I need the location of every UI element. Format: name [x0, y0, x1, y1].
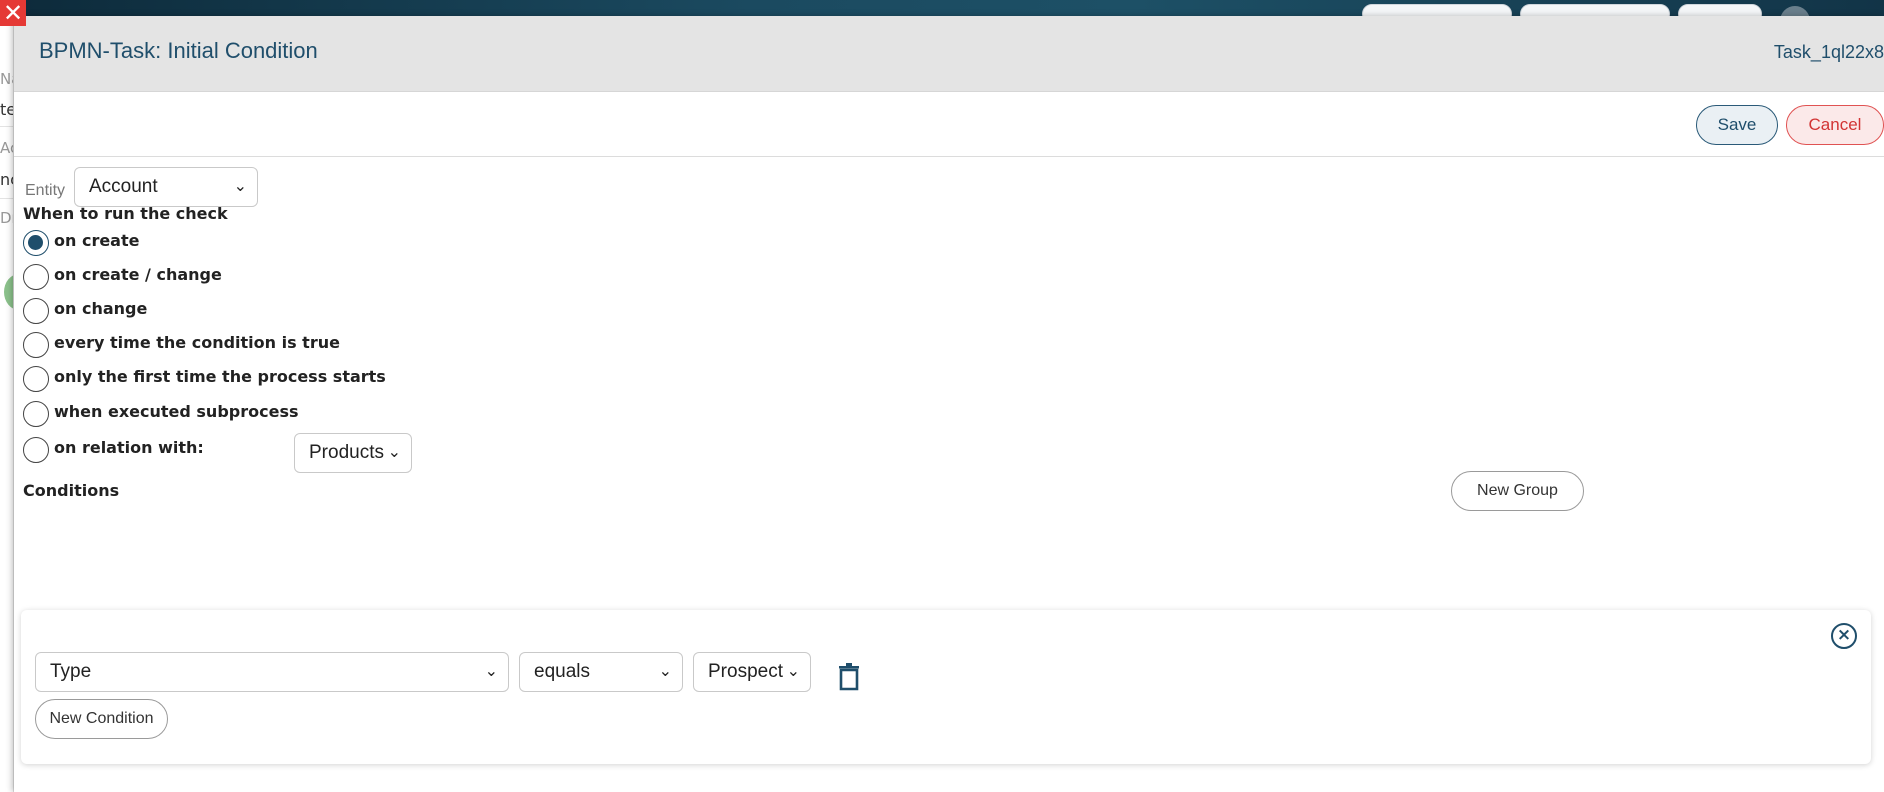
background-text: te — [0, 100, 13, 119]
new-condition-button[interactable]: New Condition — [35, 699, 168, 739]
field-select-value: Type — [50, 661, 92, 682]
entity-select[interactable]: Account ⌄ — [74, 167, 258, 207]
background-status-circle — [4, 274, 13, 310]
condition-value-select[interactable]: Prospect ⌄ — [693, 652, 811, 692]
background-text: Na — [0, 70, 13, 88]
condition-group: × Type ⌄ equals ⌄ Prospect ⌄ New Conditi… — [21, 610, 1871, 764]
background-text: Ac — [0, 139, 13, 157]
radio-label: on relation with: — [54, 438, 204, 457]
close-icon[interactable]: ✕ — [0, 0, 26, 26]
background-sidebar: Na te Ac nc Dr — [0, 16, 14, 792]
entity-label: Entity — [25, 182, 66, 199]
radio-label: only the first time the process starts — [54, 367, 386, 386]
task-id: Task_1ql22x8 — [1773, 42, 1884, 62]
operator-select-value: equals — [534, 661, 590, 682]
radio-label: on change — [54, 299, 148, 318]
radio-label: every time the condition is true — [54, 333, 340, 352]
cancel-button[interactable]: Cancel — [1786, 105, 1884, 145]
relation-select[interactable]: Products ⌄ — [294, 433, 412, 473]
relation-select-value: Products — [309, 442, 384, 463]
chevron-down-icon: ⌄ — [233, 178, 247, 195]
chevron-down-icon: ⌄ — [786, 663, 800, 680]
radio-label: on create — [54, 231, 140, 250]
run-check-heading: When to run the check — [23, 204, 228, 223]
chevron-down-icon: ⌄ — [484, 663, 498, 680]
background-divider — [0, 126, 13, 127]
chevron-down-icon: ⌄ — [658, 663, 672, 680]
background-divider — [0, 198, 13, 199]
radio-button[interactable] — [23, 264, 49, 290]
background-text: nc — [0, 170, 13, 189]
radio-label: when executed subprocess — [54, 402, 299, 421]
new-group-button[interactable]: New Group — [1451, 471, 1584, 511]
entity-select-value: Account — [89, 176, 158, 197]
modal-header: BPMN-Task: Initial Condition Task_1ql22x… — [14, 16, 1884, 92]
radio-button[interactable] — [23, 298, 49, 324]
radio-button[interactable] — [23, 230, 49, 256]
radio-button[interactable] — [23, 366, 49, 392]
background-text: Dr — [0, 209, 13, 227]
condition-operator-select[interactable]: equals ⌄ — [519, 652, 683, 692]
condition-field-select[interactable]: Type ⌄ — [35, 652, 509, 692]
radio-label: on create / change — [54, 265, 222, 284]
modal-toolbar: Save Cancel — [14, 92, 1884, 157]
save-button[interactable]: Save — [1696, 105, 1778, 145]
radio-button[interactable] — [23, 437, 49, 463]
radio-button[interactable] — [23, 332, 49, 358]
remove-group-icon[interactable]: × — [1831, 623, 1857, 649]
chevron-down-icon: ⌄ — [387, 444, 401, 461]
value-select-value: Prospect — [708, 661, 783, 682]
conditions-heading: Conditions — [23, 481, 120, 500]
trash-icon[interactable] — [837, 663, 861, 691]
modal-title: BPMN-Task: Initial Condition — [39, 38, 318, 63]
radio-button[interactable] — [23, 401, 49, 427]
bpmn-task-modal: BPMN-Task: Initial Condition Task_1ql22x… — [14, 16, 1884, 792]
